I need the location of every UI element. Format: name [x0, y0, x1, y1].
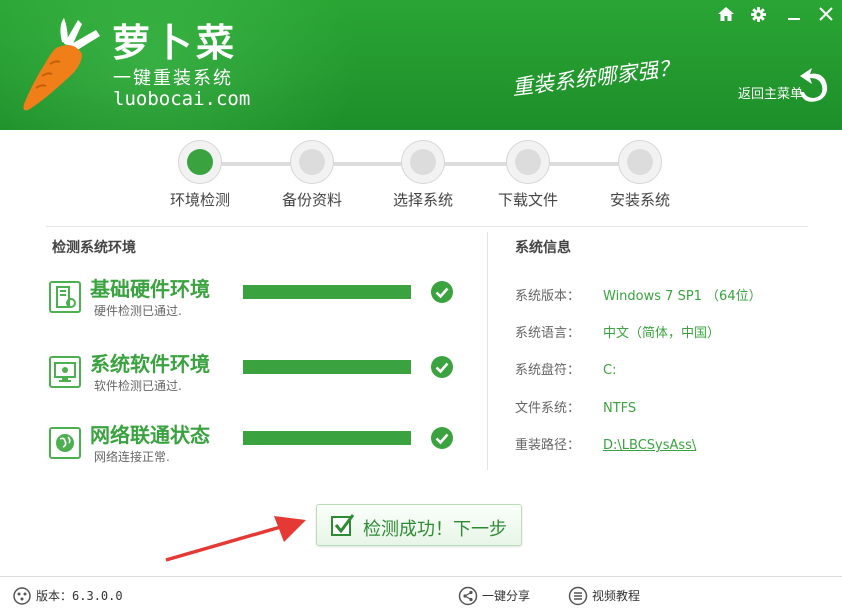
info-value: 中文（简体，中国） — [603, 326, 721, 341]
version-text: 版本：6.3.0.0 — [36, 586, 123, 606]
step-indicator — [401, 140, 445, 184]
gear-icon — [750, 6, 766, 22]
info-key: 系统语言： — [515, 326, 581, 341]
next-step-label: 检测成功！下一步 — [363, 519, 507, 540]
step-backup-data: 备份资料 — [262, 140, 362, 210]
carrot-logo-icon — [23, 18, 100, 111]
slogan: 重装系统哪家强？ — [510, 55, 681, 100]
step-indicator — [618, 140, 662, 184]
settings-button[interactable] — [742, 0, 774, 28]
minimize-button[interactable] — [778, 0, 810, 28]
check-description: 网络连接正常. — [94, 450, 170, 464]
check-passed-icon — [431, 281, 453, 303]
app-header: 萝卜菜 一键重装系统 luobocai.com 重装系统哪家强？ 返回主菜单 — [0, 0, 842, 130]
red-arrow-annotation — [165, 516, 306, 562]
home-button[interactable] — [710, 0, 742, 28]
check-progress-bar — [243, 431, 411, 445]
step-environment-check: 环境检测 — [150, 140, 250, 210]
info-value: NTFS — [603, 401, 637, 416]
system-info-title: 系统信息 — [515, 240, 571, 256]
step-indicator — [178, 140, 222, 184]
step-label: 安装系统 — [609, 191, 670, 209]
tutorial-label: 视频教程 — [592, 589, 641, 603]
step-label: 下载文件 — [497, 191, 558, 209]
version-value: 6.3.0.0 — [72, 589, 123, 603]
network-icon — [49, 427, 81, 459]
return-arrow-icon — [800, 68, 828, 102]
next-step-button[interactable]: 检测成功！下一步 — [316, 504, 522, 546]
step-indicator — [506, 140, 550, 184]
info-key: 文件系统： — [515, 401, 581, 416]
minimize-icon — [788, 18, 800, 20]
info-key: 系统盘符： — [515, 363, 581, 378]
version-icon — [13, 587, 31, 605]
info-key: 重装路径： — [515, 438, 581, 453]
home-icon — [718, 7, 734, 21]
check-row-hardware: 基础硬件环境 硬件检测已通过. — [49, 277, 469, 321]
software-icon — [49, 356, 81, 388]
close-button[interactable] — [810, 0, 842, 28]
step-label: 选择系统 — [392, 191, 453, 209]
checkbox-checked-icon — [331, 514, 355, 536]
share-label: 一键分享 — [482, 589, 531, 603]
brand-url: luobocai.com — [113, 88, 251, 110]
check-progress-bar — [243, 360, 411, 374]
hardware-icon — [49, 281, 81, 313]
reinstall-path-link[interactable]: D:\LBCSysAss\ — [603, 438, 696, 454]
check-title: 网络联通状态 — [90, 423, 210, 447]
column-divider — [487, 232, 488, 470]
share-button[interactable]: 一键分享 — [458, 586, 548, 606]
share-icon — [458, 586, 478, 606]
check-row-software: 系统软件环境 软件检测已通过. — [49, 352, 469, 396]
step-download-files: 下载文件 — [478, 140, 578, 210]
info-value: Windows 7 SP1 （64位） — [603, 289, 762, 304]
footer: 版本：6.3.0.0 一键分享 视频教程 — [0, 576, 842, 614]
check-passed-icon — [431, 356, 453, 378]
video-tutorial-button[interactable]: 视频教程 — [568, 586, 658, 606]
checks-section-title: 检测系统环境 — [52, 240, 136, 256]
step-label: 备份资料 — [281, 191, 342, 209]
step-label: 环境检测 — [169, 191, 230, 209]
back-to-main-menu-button[interactable]: 返回主菜单 — [738, 66, 834, 106]
brand-name: 萝卜菜 — [112, 21, 239, 65]
check-row-network: 网络联通状态 网络连接正常. — [49, 423, 469, 467]
version-info: 版本：6.3.0.0 — [12, 586, 142, 606]
info-value: C: — [603, 363, 617, 378]
content-divider — [46, 226, 808, 227]
step-install-system: 安装系统 — [590, 140, 690, 210]
close-icon — [819, 7, 833, 21]
version-label: 版本： — [36, 589, 73, 603]
check-description: 硬件检测已通过. — [94, 304, 182, 318]
step-select-system: 选择系统 — [373, 140, 473, 210]
check-title: 系统软件环境 — [90, 352, 210, 376]
check-description: 软件检测已通过. — [94, 379, 182, 393]
check-title: 基础硬件环境 — [90, 277, 210, 301]
step-indicator — [290, 140, 334, 184]
check-progress-bar — [243, 285, 411, 299]
brand-subtitle: 一键重装系统 — [113, 68, 233, 89]
video-tutorial-icon — [568, 586, 588, 606]
check-passed-icon — [431, 427, 453, 449]
info-key: 系统版本： — [515, 289, 581, 304]
